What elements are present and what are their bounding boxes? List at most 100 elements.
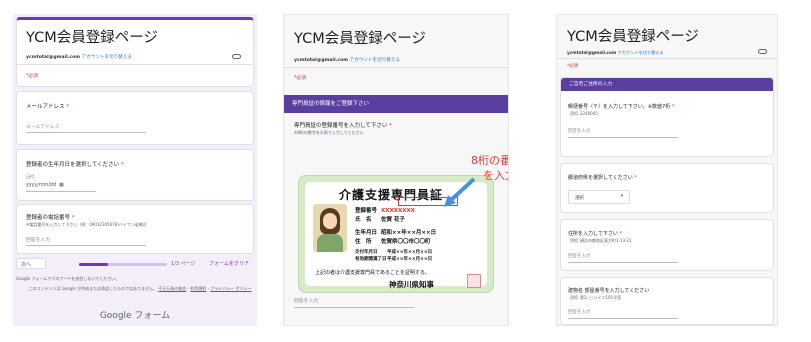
date-label: 日付 — [26, 174, 34, 179]
license-card-field-value: 昭和××年××月××日 — [381, 230, 437, 236]
email-question-card: メールアドレス * メールアドレス — [16, 91, 254, 145]
phone-question-card: 登録者の電話番号 * ※電話番号を入力して下さい（例：09012345678)ハ… — [16, 204, 254, 254]
license-card-field-value: 佐賀 花子 — [381, 217, 405, 223]
clear-form-button[interactable]: フォームをクリア — [209, 260, 249, 267]
license-card-row: 住 所 佐賀県〇〇市〇〇町 — [355, 237, 431, 245]
password-warning: Google フォームでパスワードを送信しないでください。 — [16, 276, 120, 281]
building-example: 【例】第2○○ハイツ101号室 — [568, 295, 622, 300]
form-header-card: YCM会員登録ページ ycmtotal@gmail.com アカウントを切り替え… — [16, 17, 254, 87]
license-number-underline — [294, 307, 414, 308]
address-input[interactable]: 回答を入力 — [568, 253, 591, 259]
license-number-hint: ※8桁の数字を半角で入力してください — [294, 130, 364, 135]
section-header: ご自宅ご住所の入力 — [561, 78, 773, 91]
license-card-row: 生年月日 昭和××年××月××日 — [355, 228, 436, 236]
email-question: メールアドレス * — [26, 104, 70, 110]
google-forms-logo: Google フォーム — [99, 311, 171, 321]
birthdate-question-card: 登録者の生年月日を選択してください * 日付 yyyy/mm/dd ▦ — [16, 149, 254, 201]
privacy-link[interactable]: プライバシー ポリシー — [210, 286, 251, 291]
license-card-field-label: 氏 名 — [355, 217, 372, 223]
form-page-3: YCM会員登録ページ ycmtotal@gmail.com アカウントを切り替え… — [556, 14, 778, 326]
annotation-arrow-icon — [444, 177, 476, 207]
license-card-field-label: 生年月日 — [355, 230, 378, 236]
building-underline — [568, 318, 678, 319]
zip-question-card: ご自宅ご住所の入力 郵便番号（〒）を入力して下さい。※数値7桁 * 【例】224… — [560, 77, 774, 157]
required-note: *必須 — [26, 74, 38, 79]
phone-description: ※電話番号を入力して下さい（例：09012345678)ハイフン省略可 — [26, 222, 147, 227]
license-card-field-value: XXXXXXXX — [381, 208, 415, 214]
form-page-1: YCM会員登録ページ ycmtotal@gmail.com アカウントを切り替え… — [13, 14, 257, 326]
phone-underline — [26, 245, 146, 246]
switch-account-link[interactable]: アカウントを切り替える — [350, 58, 400, 63]
account-email: ycmtotal@gmail.com — [567, 50, 617, 55]
building-question: 建物名 部屋番号を入力してください — [568, 288, 650, 294]
phone-question: 登録者の電話番号 * — [26, 215, 75, 221]
official-seal-icon — [467, 274, 481, 288]
license-number-question: 専門員証の登録番号を入力して下さい * — [294, 123, 392, 129]
zip-input[interactable]: 回答を入力 — [568, 128, 591, 134]
divider — [17, 64, 253, 65]
portrait-photo — [313, 204, 347, 252]
calendar-icon[interactable]: ▦ — [59, 183, 64, 188]
switch-account-link[interactable]: アカウントを切り替える — [82, 55, 132, 60]
zip-question: 郵便番号（〒）を入力して下さい。※数値7桁 * — [568, 104, 675, 110]
license-card-field-value: 平成××年××月××日 — [387, 257, 433, 262]
annotation-text-2: を入力 — [483, 169, 508, 182]
zip-underline — [568, 137, 678, 138]
form-title: YCM会員登録ページ — [294, 31, 426, 47]
address-example: 【例】横浜市都筑区東方町1-13-21 — [568, 238, 632, 243]
license-card-field-label: 住 所 — [355, 239, 372, 245]
cloud-icon — [758, 49, 767, 54]
date-underline — [26, 191, 96, 192]
report-abuse-link[interactable]: 不正行為の報告 — [158, 286, 186, 291]
license-card-field-label: 登録番号 — [355, 208, 378, 214]
chevron-down-icon: ▾ — [620, 194, 623, 199]
license-card-field-label: 交付年月日 — [355, 250, 378, 255]
prefecture-question: 都道府県を選択してください * — [568, 175, 637, 181]
address-question-card: 住所を入力して下さい * 【例】横浜市都筑区東方町1-13-21 回答を入力 — [560, 219, 774, 271]
prefecture-select[interactable]: 選択 ▾ — [568, 190, 630, 204]
form-title: YCM会員登録ページ — [567, 29, 699, 45]
page-indicator: 1/3 ページ — [171, 261, 196, 267]
license-card-field-value: 平成××年××月××日 — [387, 250, 433, 255]
zip-example: 【例】2240045 — [568, 111, 598, 116]
terms-link[interactable]: 利用規約 — [190, 286, 206, 291]
phone-input[interactable]: 回答を入力 — [26, 236, 50, 243]
account-email: ycmtotal@gmail.com — [26, 55, 81, 60]
account-line: ycmtotal@gmail.com アカウントを切り替える — [294, 57, 400, 63]
license-card-field-label: 有効期間満了日 — [355, 257, 387, 262]
form-title: YCM会員登録ページ — [26, 30, 158, 46]
progress-fill — [79, 263, 109, 266]
license-card-issuer: 神奈川県知事 — [389, 280, 434, 289]
account-email: ycmtotal@gmail.com — [294, 58, 349, 63]
prefecture-question-card: 都道府県を選択してください * 選択 ▾ — [560, 163, 774, 213]
birthdate-question: 登録者の生年月日を選択してください * — [26, 162, 124, 168]
license-card-row: 登録番号 XXXXXXXX — [355, 206, 415, 214]
annotation-text-1: 8桁の番号 — [471, 154, 508, 167]
progress-track — [79, 263, 167, 266]
building-input[interactable]: 回答を入力 — [568, 309, 591, 315]
next-button[interactable]: 次へ — [16, 258, 46, 269]
building-question-card: 建物名 部屋番号を入力してください 【例】第2○○ハイツ101号室 回答を入力 — [560, 277, 774, 325]
cloud-icon — [232, 54, 241, 59]
required-note: *必須 — [567, 64, 579, 69]
section-header: 専門員証の情報をご登録下さい — [284, 95, 508, 113]
switch-account-link[interactable]: アカウントを切り替える — [618, 50, 664, 55]
license-card-row: 有効期間満了日平成××年××月××日 — [355, 256, 432, 262]
email-underline — [26, 132, 146, 133]
license-card-row: 交付年月日 平成××年××月××日 — [355, 249, 432, 255]
divider — [284, 67, 508, 68]
address-underline — [568, 262, 678, 263]
divider — [557, 58, 777, 59]
disclaimer: このコンテンツは Google が作成または承認したものではありません。 不正行… — [28, 286, 252, 291]
account-line: ycmtotal@gmail.com アカウントを切り替える — [26, 54, 132, 60]
license-card-note: 上記の者は介護支援専門員であることを証明する。 — [315, 270, 430, 276]
license-number-input[interactable]: 回答を入力 — [294, 297, 318, 304]
license-card-row: 氏 名 佐賀 花子 — [355, 215, 405, 223]
required-note: *必須 — [294, 76, 306, 81]
form-page-2: YCM会員登録ページ ycmtotal@gmail.com アカウントを切り替え… — [283, 14, 509, 326]
address-question: 住所を入力して下さい * — [568, 231, 622, 237]
account-line: ycmtotal@gmail.com アカウントを切り替える — [567, 50, 664, 56]
date-input[interactable]: yyyy/mm/dd ▦ — [26, 183, 64, 188]
email-input[interactable]: メールアドレス — [26, 123, 60, 130]
license-card-field-value: 佐賀県〇〇市〇〇町 — [381, 239, 431, 245]
